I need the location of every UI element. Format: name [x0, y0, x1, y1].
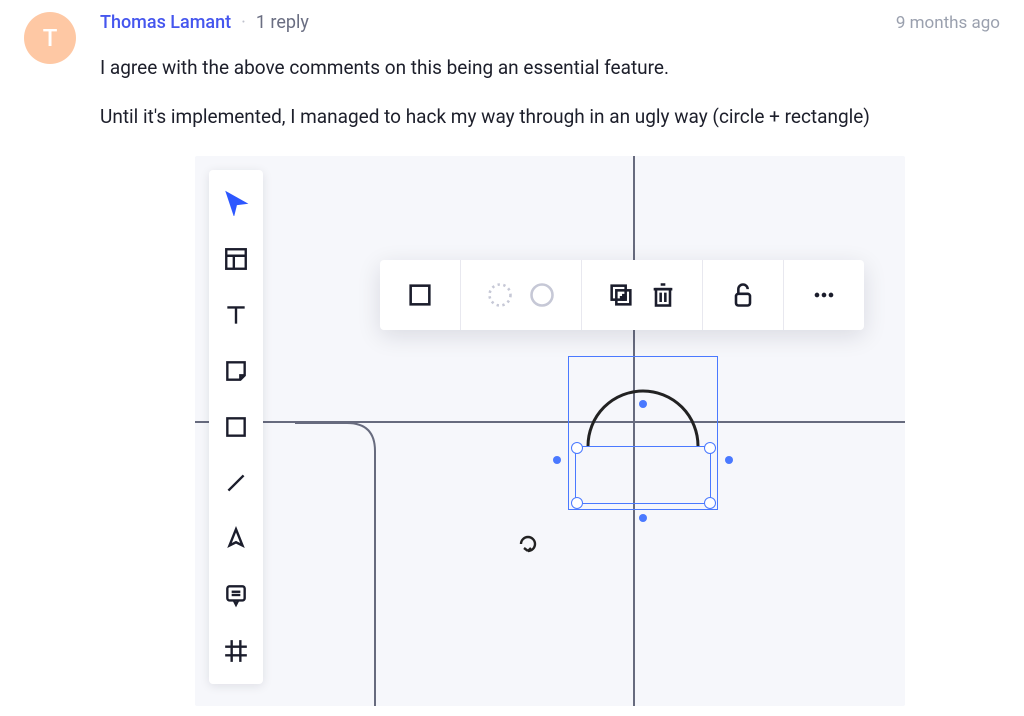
comment-paragraph: I agree with the above comments on this … [100, 53, 1000, 82]
rectangle-icon[interactable] [214, 400, 258, 454]
duplicate-icon[interactable] [607, 281, 635, 309]
editor-canvas[interactable] [195, 156, 905, 706]
comment-icon[interactable] [214, 568, 258, 622]
side-handle[interactable] [725, 456, 733, 464]
text-icon[interactable] [214, 288, 258, 342]
avatar[interactable]: T [24, 12, 76, 64]
pointer-icon[interactable] [214, 176, 258, 230]
trash-icon[interactable] [649, 281, 677, 309]
unlock-icon[interactable] [703, 260, 784, 330]
fill-none-icon [528, 281, 556, 309]
frame-icon[interactable] [214, 232, 258, 286]
side-handle[interactable] [553, 456, 561, 464]
timestamp: 9 months ago [896, 13, 1000, 33]
comment-body: Thomas Lamant · 1 reply 9 months ago I a… [100, 12, 1000, 706]
stroke-fill-group[interactable] [461, 260, 582, 330]
tool-sidebar [209, 170, 263, 684]
author-link[interactable]: Thomas Lamant [100, 12, 231, 33]
avatar-initial: T [43, 24, 58, 52]
shape-square-icon[interactable] [380, 260, 461, 330]
stroke-style-icon [486, 281, 514, 309]
grid-icon[interactable] [214, 624, 258, 678]
duplicate-delete-group [582, 260, 703, 330]
rotate-cursor-icon [515, 531, 541, 557]
selection-handle[interactable] [704, 442, 716, 454]
selection-handle[interactable] [571, 442, 583, 454]
reply-count[interactable]: 1 reply [256, 12, 309, 33]
context-toolbar [380, 260, 864, 330]
side-handle[interactable] [639, 400, 647, 408]
side-handle[interactable] [639, 514, 647, 522]
line-icon[interactable] [214, 456, 258, 510]
comment-paragraph: Until it's implemented, I managed to hac… [100, 102, 1000, 131]
separator-dot: · [241, 12, 246, 33]
selection-handle[interactable] [571, 497, 583, 509]
more-icon[interactable] [784, 260, 864, 330]
path-corner [295, 421, 415, 706]
comment-block: T Thomas Lamant · 1 reply 9 months ago I… [24, 12, 1000, 706]
selection-handle[interactable] [704, 497, 716, 509]
pen-icon[interactable] [214, 512, 258, 566]
note-icon[interactable] [214, 344, 258, 398]
comment-header: Thomas Lamant · 1 reply 9 months ago [100, 12, 1000, 33]
arc-shape[interactable] [583, 366, 703, 456]
